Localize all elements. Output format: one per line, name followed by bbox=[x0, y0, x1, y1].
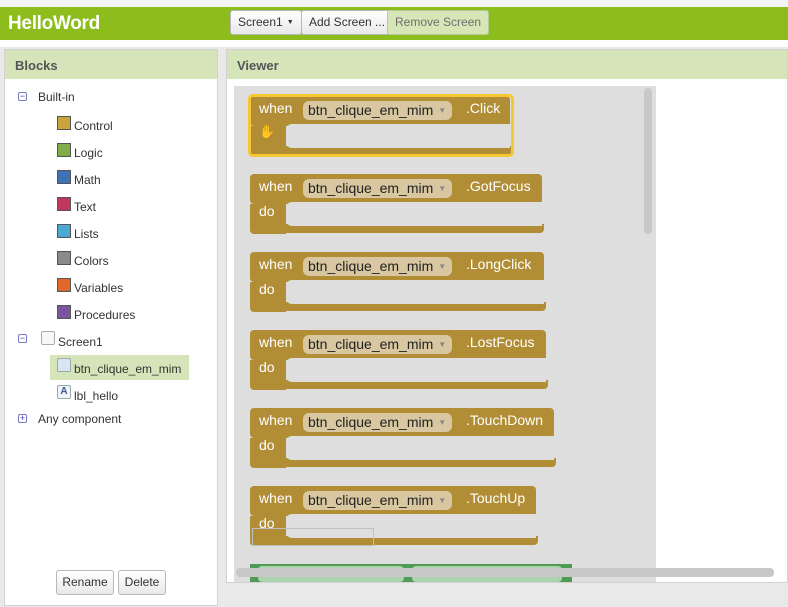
component-dropdown-label: btn_clique_em_mim bbox=[308, 414, 434, 430]
category-variables[interactable]: Variables bbox=[74, 281, 123, 295]
category-logic[interactable]: Logic bbox=[74, 146, 103, 160]
when-keyword: when bbox=[259, 490, 293, 506]
when-keyword: when bbox=[259, 256, 293, 272]
do-keyword: do bbox=[259, 281, 275, 297]
chevron-down-icon: ▼ bbox=[438, 418, 447, 427]
chevron-down-icon: ▼ bbox=[438, 340, 447, 349]
screen-selector-button[interactable]: Screen1 ▼ bbox=[230, 10, 302, 35]
component-dropdown-label: btn_clique_em_mim bbox=[308, 258, 434, 274]
category-swatch-icon bbox=[57, 224, 71, 238]
do-socket[interactable] bbox=[286, 202, 542, 226]
vertical-scrollbar[interactable] bbox=[644, 88, 652, 234]
component-dropdown[interactable]: btn_clique_em_mim ▼ bbox=[303, 257, 453, 276]
blocks-panel-title: Blocks bbox=[5, 50, 217, 79]
do-keyword: do bbox=[259, 437, 275, 453]
category-swatch-icon bbox=[57, 251, 71, 265]
component-lbl-label[interactable]: lbl_hello bbox=[74, 389, 118, 403]
category-swatch-icon bbox=[57, 116, 71, 130]
event-name: .LongClick bbox=[466, 256, 532, 272]
top-bar: HelloWord Screen1 ▼ Add Screen ... Remove… bbox=[0, 0, 788, 47]
screen-selector-label: Screen1 bbox=[238, 15, 283, 29]
screen-tree-label[interactable]: Screen1 bbox=[58, 335, 103, 349]
selected-block-highlight bbox=[248, 94, 514, 157]
category-control[interactable]: Control bbox=[74, 119, 113, 133]
project-name: HelloWord bbox=[8, 13, 100, 34]
category-swatch-icon bbox=[57, 305, 71, 319]
any-component-label[interactable]: Any component bbox=[38, 412, 121, 426]
category-swatch-icon bbox=[57, 170, 71, 184]
event-name: .TouchUp bbox=[466, 490, 526, 506]
do-socket[interactable] bbox=[286, 280, 544, 304]
category-swatch-icon bbox=[57, 278, 71, 292]
horizontal-scrollbar[interactable] bbox=[236, 568, 774, 577]
event-name: .LostFocus bbox=[466, 334, 535, 350]
label-component-icon: A bbox=[57, 385, 71, 399]
category-colors[interactable]: Colors bbox=[74, 254, 109, 268]
component-dropdown-label: btn_clique_em_mim bbox=[308, 492, 434, 508]
component-dropdown-label: btn_clique_em_mim bbox=[308, 180, 434, 196]
component-dropdown[interactable]: btn_clique_em_mim ▼ bbox=[303, 335, 453, 354]
button-icon bbox=[57, 358, 71, 372]
category-text[interactable]: Text bbox=[74, 200, 96, 214]
remove-screen-button[interactable]: Remove Screen bbox=[387, 10, 490, 35]
category-lists[interactable]: Lists bbox=[74, 227, 99, 241]
add-screen-button[interactable]: Add Screen ... bbox=[301, 10, 394, 35]
event-block[interactable]: when btn_clique_em_mim ▼ .GotFocus do bbox=[250, 174, 544, 234]
builtin-label[interactable]: Built-in bbox=[38, 90, 75, 104]
chevron-down-icon: ▼ bbox=[438, 184, 447, 193]
chevron-down-icon: ▼ bbox=[438, 262, 447, 271]
category-math[interactable]: Math bbox=[74, 173, 101, 187]
drag-ghost bbox=[252, 528, 374, 546]
collapse-screen-icon[interactable]: − bbox=[18, 334, 27, 343]
do-socket[interactable] bbox=[286, 436, 554, 460]
category-swatch-icon bbox=[57, 197, 71, 211]
event-block[interactable]: when btn_clique_em_mim ▼ .LostFocus do bbox=[250, 330, 548, 390]
when-keyword: when bbox=[259, 178, 293, 194]
chevron-down-icon: ▼ bbox=[438, 496, 447, 505]
component-dropdown-label: btn_clique_em_mim bbox=[308, 336, 434, 352]
delete-button[interactable]: Delete bbox=[118, 570, 166, 595]
component-btn-label[interactable]: btn_clique_em_mim bbox=[74, 362, 181, 376]
event-block[interactable]: when btn_clique_em_mim ▼ .TouchDown do bbox=[250, 408, 556, 468]
rename-button[interactable]: Rename bbox=[56, 570, 114, 595]
when-keyword: when bbox=[259, 334, 293, 350]
expand-any-component-icon[interactable]: + bbox=[18, 414, 27, 423]
screen-icon bbox=[41, 331, 55, 345]
category-procedures[interactable]: Procedures bbox=[74, 308, 135, 322]
do-socket[interactable] bbox=[286, 358, 546, 382]
when-keyword: when bbox=[259, 412, 293, 428]
collapse-builtin-icon[interactable]: − bbox=[18, 92, 27, 101]
do-keyword: do bbox=[259, 359, 275, 375]
event-name: .GotFocus bbox=[466, 178, 531, 194]
viewer-panel-title: Viewer bbox=[227, 50, 787, 79]
component-dropdown[interactable]: btn_clique_em_mim ▼ bbox=[303, 413, 453, 432]
event-name: .TouchDown bbox=[466, 412, 544, 428]
event-block[interactable]: when btn_clique_em_mim ▼ .LongClick do bbox=[250, 252, 546, 312]
category-swatch-icon bbox=[57, 143, 71, 157]
component-dropdown[interactable]: btn_clique_em_mim ▼ bbox=[303, 491, 453, 510]
component-dropdown[interactable]: btn_clique_em_mim ▼ bbox=[303, 179, 453, 198]
top-stripe bbox=[0, 0, 788, 7]
chevron-down-icon: ▼ bbox=[286, 19, 294, 26]
do-keyword: do bbox=[259, 203, 275, 219]
